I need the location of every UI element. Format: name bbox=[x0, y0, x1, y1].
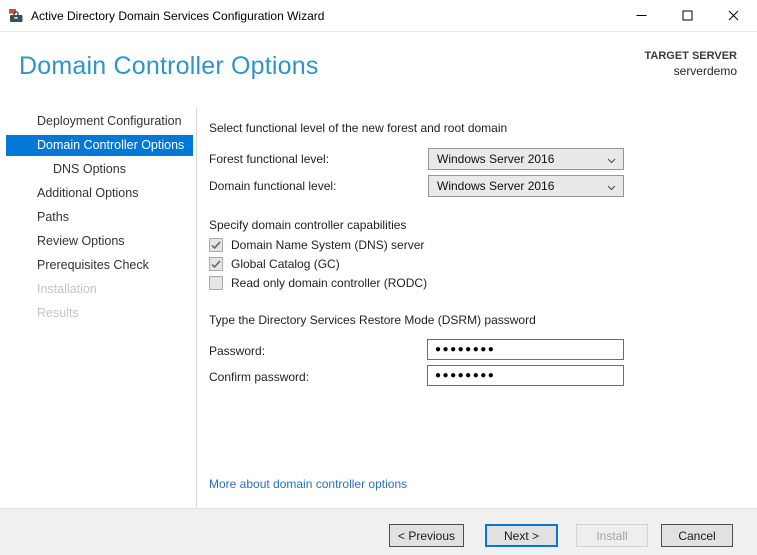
titlebar: Active Directory Domain Services Configu… bbox=[0, 0, 757, 32]
sidebar-item-paths[interactable]: Paths bbox=[6, 205, 193, 229]
password-label: Password: bbox=[209, 344, 266, 358]
sidebar-item-additional-options[interactable]: Additional Options bbox=[6, 181, 193, 205]
confirm-password-label: Confirm password: bbox=[209, 370, 310, 384]
functional-level-heading: Select functional level of the new fores… bbox=[209, 121, 508, 135]
sidebar-item-prerequisites-check[interactable]: Prerequisites Check bbox=[6, 253, 193, 277]
confirm-password-input[interactable]: ●●●●●●●● bbox=[427, 365, 624, 386]
target-server-label: TARGET SERVER bbox=[644, 50, 738, 62]
rodc-checkbox-row: Read only domain controller (RODC) bbox=[209, 276, 427, 290]
domain-functional-level-value: Windows Server 2016 bbox=[437, 179, 555, 193]
sidebar-item-installation: Installation bbox=[37, 282, 97, 296]
target-server-name: serverdemo bbox=[673, 64, 737, 78]
page-title: Domain Controller Options bbox=[19, 52, 319, 80]
rodc-checkbox bbox=[209, 276, 223, 290]
domain-functional-level-label: Domain functional level: bbox=[209, 179, 337, 193]
dsrm-heading: Type the Directory Services Restore Mode… bbox=[209, 313, 536, 327]
dns-server-checkbox bbox=[209, 238, 223, 252]
sidebar-divider bbox=[196, 107, 197, 508]
password-masked-value: ●●●●●●●● bbox=[435, 343, 496, 355]
window-controls bbox=[618, 0, 756, 30]
dns-server-checkbox-label: Domain Name System (DNS) server bbox=[231, 238, 425, 252]
server-manager-app-icon bbox=[8, 8, 24, 24]
minimize-button[interactable] bbox=[618, 0, 664, 30]
sidebar-item-domain-controller-options[interactable]: Domain Controller Options bbox=[6, 135, 193, 156]
maximize-button[interactable] bbox=[664, 0, 710, 30]
global-catalog-checkbox-label: Global Catalog (GC) bbox=[231, 257, 340, 271]
sidebar-item-results: Results bbox=[37, 306, 79, 320]
password-input[interactable]: ●●●●●●●● bbox=[427, 339, 624, 360]
confirm-password-masked-value: ●●●●●●●● bbox=[435, 369, 496, 381]
forest-functional-level-select[interactable]: Windows Server 2016 bbox=[428, 148, 624, 170]
forest-functional-level-value: Windows Server 2016 bbox=[437, 152, 555, 166]
cancel-button[interactable]: Cancel bbox=[661, 524, 733, 547]
global-catalog-checkbox bbox=[209, 257, 223, 271]
rodc-checkbox-label: Read only domain controller (RODC) bbox=[231, 276, 428, 290]
previous-button[interactable]: < Previous bbox=[389, 524, 464, 547]
global-catalog-checkbox-row: Global Catalog (GC) bbox=[209, 257, 340, 271]
next-button[interactable]: Next > bbox=[485, 524, 558, 547]
checkmark-icon bbox=[211, 259, 221, 268]
install-button: Install bbox=[576, 524, 648, 547]
chevron-down-icon bbox=[607, 185, 616, 191]
sidebar-item-dns-options[interactable]: DNS Options bbox=[6, 157, 193, 181]
wizard-steps-sidebar: Deployment Configuration Domain Controll… bbox=[6, 109, 193, 325]
target-server-block: TARGET SERVER serverdemo bbox=[645, 50, 738, 78]
wizard-window: Active Directory Domain Services Configu… bbox=[0, 0, 757, 555]
close-button[interactable] bbox=[710, 0, 756, 30]
capabilities-heading: Specify domain controller capabilities bbox=[209, 218, 407, 232]
checkmark-icon bbox=[211, 240, 221, 249]
forest-functional-level-label: Forest functional level: bbox=[209, 152, 330, 166]
chevron-down-icon bbox=[607, 158, 616, 164]
domain-functional-level-select[interactable]: Windows Server 2016 bbox=[428, 175, 624, 197]
window-title: Active Directory Domain Services Configu… bbox=[31, 8, 325, 23]
dns-server-checkbox-row: Domain Name System (DNS) server bbox=[209, 238, 424, 252]
sidebar-item-review-options[interactable]: Review Options bbox=[6, 229, 193, 253]
more-about-link[interactable]: More about domain controller options bbox=[209, 477, 407, 491]
sidebar-item-deployment-configuration[interactable]: Deployment Configuration bbox=[6, 109, 193, 133]
